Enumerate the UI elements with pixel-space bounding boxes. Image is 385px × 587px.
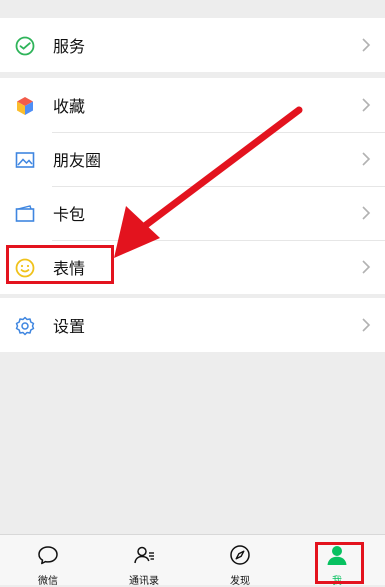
chevron-right-icon [362, 38, 371, 52]
menu-item-label: 服务 [53, 37, 86, 56]
tab-discover[interactable]: 发现 [192, 535, 288, 587]
chevron-right-icon [362, 98, 371, 112]
wechat-pay-icon [15, 36, 35, 56]
chevron-right-icon [362, 206, 371, 220]
menu-item-label: 设置 [53, 317, 86, 336]
gear-icon [15, 316, 35, 336]
menu-item-label: 收藏 [53, 97, 86, 116]
stickers-highlight-box [6, 245, 114, 284]
moments-image-icon [15, 152, 35, 168]
menu-item-card-wallet[interactable]: 卡包 [0, 186, 385, 240]
menu-item-services[interactable]: 服务 [0, 18, 385, 72]
favorites-cube-icon [17, 97, 33, 115]
compass-icon [230, 545, 250, 565]
chevron-right-icon [362, 260, 371, 274]
contacts-icon [134, 546, 154, 564]
me-tab-highlight-box [315, 542, 364, 584]
chat-bubble-icon [38, 546, 58, 565]
menu-item-label: 朋友圈 [53, 151, 102, 170]
settings-group: 设置 [0, 298, 385, 352]
chevron-right-icon [362, 152, 371, 166]
tab-chats[interactable]: 微信 [0, 535, 96, 587]
menu-item-moments[interactable]: 朋友圈 [0, 132, 385, 186]
menu-item-label: 卡包 [53, 205, 86, 224]
menu-item-favorites[interactable]: 收藏 [0, 78, 385, 132]
menu-item-settings[interactable]: 设置 [0, 298, 385, 352]
tab-contacts[interactable]: 通讯录 [96, 535, 192, 587]
chevron-right-icon [362, 318, 371, 332]
services-group: 服务 [0, 18, 385, 72]
card-wallet-icon [15, 205, 35, 222]
